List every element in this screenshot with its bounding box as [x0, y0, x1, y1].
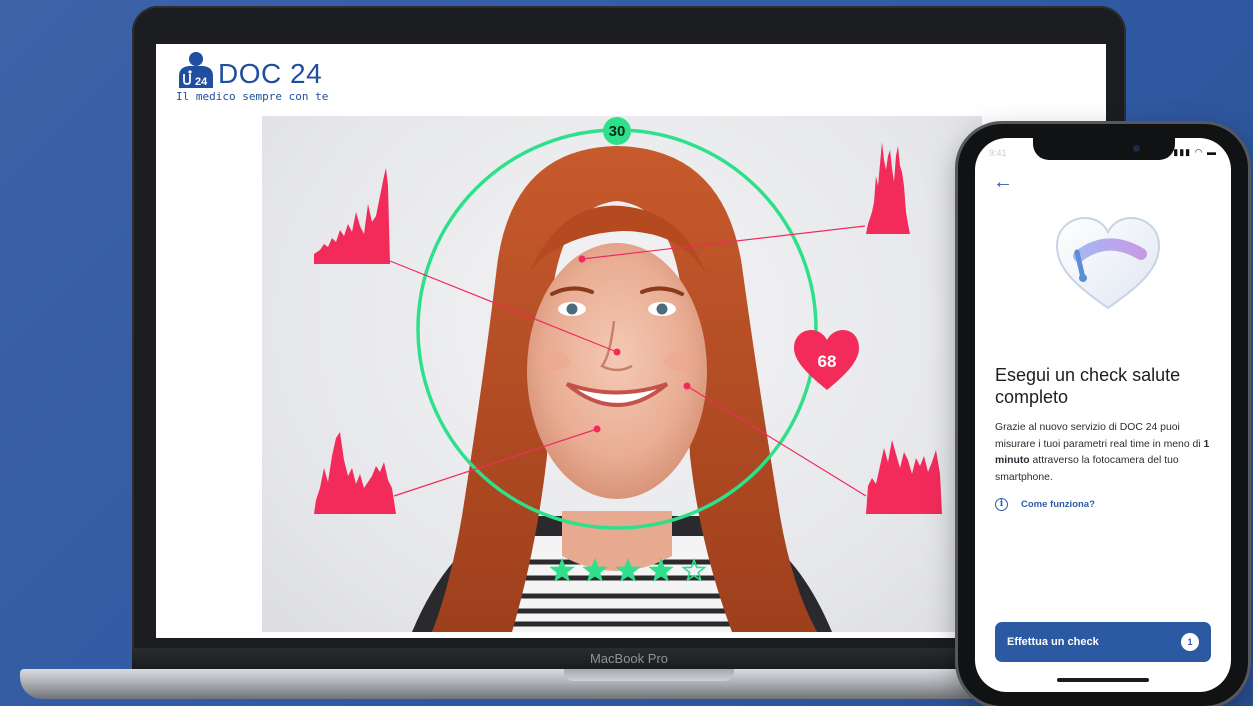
- logo-badge: 24: [195, 76, 208, 88]
- arrow-left-icon[interactable]: ←: [993, 172, 1013, 192]
- phone-screen: 9:41 ▮▮▮ ◠ ▬ ← Esegui un check salute co…: [975, 138, 1231, 692]
- step-badge: 1: [1181, 633, 1199, 651]
- info-icon: i: [995, 497, 1008, 511]
- portrait-illustration: [412, 146, 832, 632]
- logo-name: DOC 24: [218, 58, 323, 89]
- status-icons: ▮▮▮ ◠ ▬: [1173, 147, 1217, 157]
- doc24-logo[interactable]: 24 DOC 24 Il medico sempre con te: [176, 48, 356, 108]
- measurement-point: [613, 348, 621, 356]
- how-it-works-label: Come funziona?: [1021, 498, 1095, 510]
- phone-description: Grazie al nuovo servizio di DOC 24 puoi …: [995, 420, 1217, 486]
- start-check-label: Effettua un check: [1007, 636, 1099, 648]
- description-text: Grazie al nuovo servizio di DOC 24 puoi …: [995, 422, 1204, 450]
- measurement-point: [593, 425, 601, 433]
- signal-histogram-top-right: [866, 142, 910, 234]
- status-time: 9:41: [989, 148, 1007, 158]
- phone-notch: [1033, 138, 1175, 160]
- phone-title: Esegui un check salute completo: [995, 365, 1181, 407]
- logo-tagline: Il medico sempre con te: [176, 90, 329, 103]
- measurement-point: [683, 382, 691, 390]
- doctor-logo-icon: 24: [179, 52, 213, 88]
- heart-gauge-illustration: [1055, 216, 1161, 310]
- face-scan-viewport: 30 68: [262, 116, 982, 632]
- countdown-value: 30: [609, 123, 626, 140]
- start-check-button[interactable]: Effettua un check 1: [995, 622, 1211, 662]
- signal-histogram-bottom-right: [866, 440, 942, 514]
- signal-histogram-bottom-left: [314, 432, 396, 514]
- heart-rate-value: 68: [818, 352, 837, 371]
- how-it-works-link[interactable]: i Come funziona?: [995, 496, 1095, 512]
- face-scan-overlay: 30 68: [314, 117, 942, 632]
- signal-histogram-top-left: [314, 168, 390, 264]
- home-indicator: [1057, 678, 1149, 682]
- measurement-point: [578, 255, 586, 263]
- camera-icon: [1133, 145, 1140, 152]
- laptop-opening-notch: [564, 669, 734, 681]
